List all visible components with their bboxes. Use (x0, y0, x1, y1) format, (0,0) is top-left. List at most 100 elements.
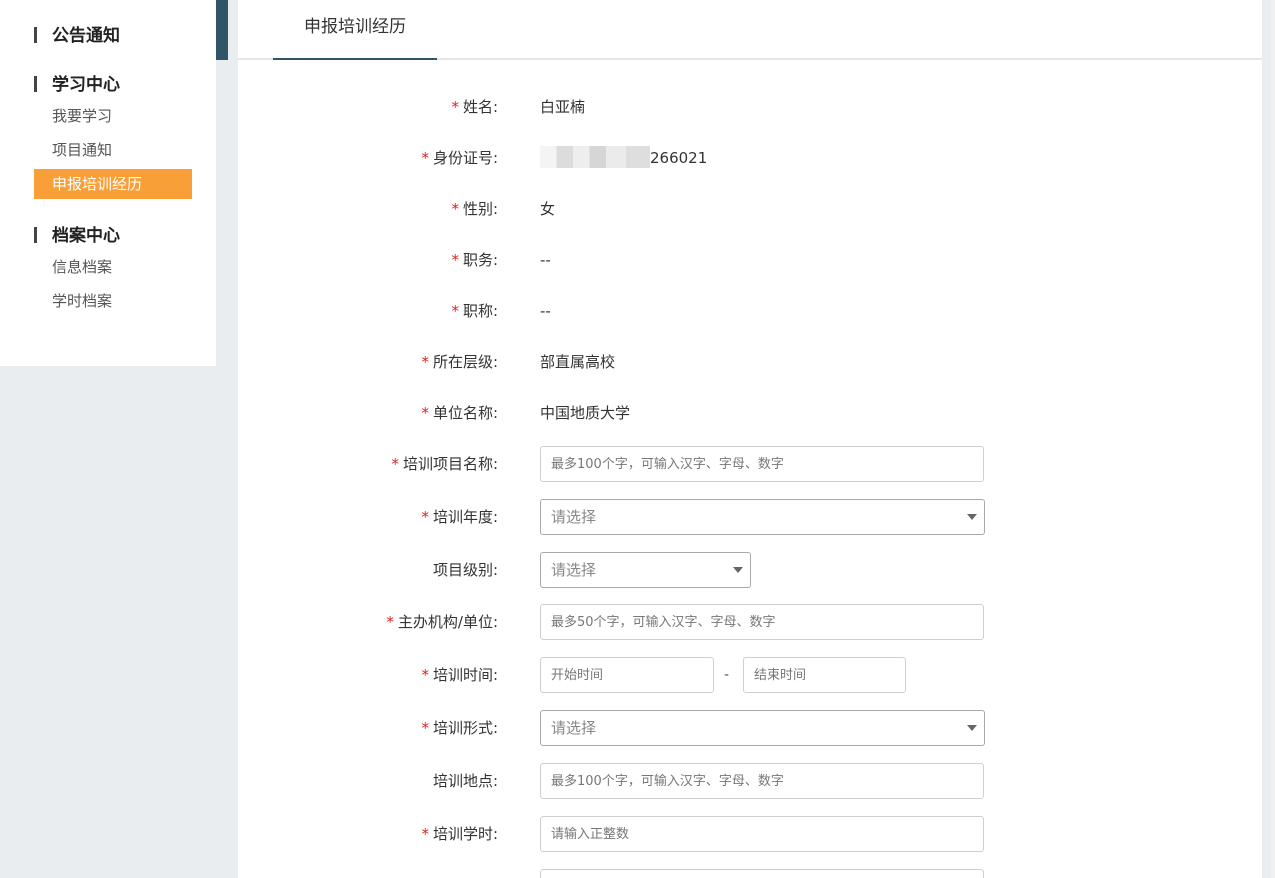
label-text: 培训项目名称: (402, 455, 498, 473)
label-text: 培训形式: (432, 719, 498, 737)
field-next-partial (238, 869, 1262, 878)
required-mark: * (421, 353, 429, 371)
section-title-label: 公告通知 (52, 26, 120, 46)
label-text: 培训年度: (432, 508, 498, 526)
label-text: 职称: (462, 302, 498, 320)
field-gender: * 性别: 女 (238, 191, 1262, 227)
gender-value: 女 (540, 200, 556, 218)
field-label: * 培训学时: (238, 816, 498, 852)
tab-bar: 申报培训经历 (238, 0, 1262, 60)
section-bar-icon (34, 227, 37, 243)
id-number-value: 266021 (540, 140, 707, 176)
title-value: -- (540, 302, 551, 320)
training-hours-input[interactable] (540, 816, 984, 852)
label-text: 身份证号: (432, 149, 498, 167)
select-placeholder: 请选择 (551, 508, 597, 526)
field-position: * 职务: -- (238, 242, 1262, 278)
field-project-level: 项目级别: 请选择 (238, 552, 1262, 588)
sidebar-item-my-learning[interactable]: 我要学习 (34, 101, 192, 131)
sidebar-item-info-archive[interactable]: 信息档案 (34, 252, 192, 282)
level-value: 部直属高校 (540, 353, 616, 371)
label-text: 性别: (462, 200, 498, 218)
required-mark: * (421, 825, 429, 843)
field-label: * 培训形式: (238, 710, 498, 746)
field-title: * 职称: -- (238, 293, 1262, 329)
field-label: * 主办机构/单位: (238, 604, 498, 640)
required-mark: * (421, 404, 429, 422)
required-mark: * (451, 302, 459, 320)
field-training-time: *培训时间: - (238, 657, 1262, 693)
required-mark: * (451, 98, 459, 116)
field-label: * 培训时间: (238, 657, 498, 693)
field-id-number: * 身份证号: 266021 (238, 140, 1262, 176)
sidebar-section-archive: 档案中心 (34, 221, 120, 246)
label-text: 主办机构/单位: (397, 613, 498, 631)
label-text: 职务: (462, 251, 498, 269)
field-label: * 单位名称: (238, 395, 498, 431)
sidebar-item-hours-archive[interactable]: 学时档案 (34, 286, 192, 316)
training-year-select[interactable]: 请选择 (540, 499, 985, 535)
section-bar-icon (34, 27, 37, 43)
field-label: * 培训项目名称: (238, 446, 498, 482)
training-form-select[interactable]: 请选择 (540, 710, 985, 746)
required-mark: * (391, 455, 399, 473)
required-mark: * (451, 200, 459, 218)
field-training-year: * 培训年度: 请选择 (238, 499, 1262, 535)
next-field-input-partial[interactable] (540, 869, 984, 878)
unit-value: 中国地质大学 (540, 404, 631, 422)
field-label: * 职务: (238, 242, 498, 278)
field-label: * 培训年度: (238, 499, 498, 535)
section-title-label: 学习中心 (52, 75, 120, 95)
page-right-edge (1271, 0, 1275, 878)
field-label: * 所在层级: (238, 344, 498, 380)
date-range-separator: - (724, 667, 730, 683)
label-text: 所在层级: (432, 353, 498, 371)
name-value: 白亚楠 (540, 98, 586, 116)
field-project-name: * 培训项目名称: (238, 446, 1262, 482)
field-organizer: * 主办机构/单位: (238, 604, 1262, 640)
sidebar-section-announcements[interactable]: 公告通知 (34, 21, 120, 46)
tab-declare-training[interactable]: 申报培训经历 (273, 0, 437, 60)
required-mark: * (421, 149, 429, 167)
label-text: 姓名: (462, 98, 498, 116)
label-text: 培训时间: (432, 666, 498, 684)
select-placeholder: 请选择 (551, 561, 597, 579)
required-mark: * (421, 666, 429, 684)
main-panel: 申报培训经历 * 姓名: 白亚楠 * 身份证号: 266021 * 性别: 女 * 职务… (238, 0, 1262, 878)
field-level: * 所在层级: 部直属高校 (238, 344, 1262, 380)
position-value: -- (540, 251, 551, 269)
field-label: * 身份证号: (238, 140, 498, 176)
required-mark: * (451, 251, 459, 269)
section-bar-icon (34, 76, 37, 92)
required-mark: * (386, 613, 394, 631)
field-training-hours: * 培训学时: (238, 816, 1262, 852)
required-mark: * (421, 719, 429, 737)
organizer-input[interactable] (540, 604, 984, 640)
label-text: 单位名称: (432, 404, 498, 422)
sidebar: 公告通知 学习中心 我要学习 项目通知 申报培训经历 档案中心 信息档案 学时档… (0, 0, 216, 366)
field-name: * 姓名: 白亚楠 (238, 89, 1262, 125)
caret-down-icon (967, 514, 977, 520)
caret-down-icon (733, 567, 743, 573)
label-text: 培训地点: (432, 772, 498, 790)
field-label: * 姓名: (238, 89, 498, 125)
project-level-select[interactable]: 请选择 (540, 552, 751, 588)
field-label: 项目级别: (238, 552, 498, 588)
sidebar-section-learning: 学习中心 (34, 70, 120, 95)
sidebar-accent-bar (216, 0, 228, 60)
training-location-input[interactable] (540, 763, 984, 799)
required-mark: * (421, 508, 429, 526)
sidebar-item-project-notice[interactable]: 项目通知 (34, 135, 192, 165)
caret-down-icon (967, 725, 977, 731)
field-unit: * 单位名称: 中国地质大学 (238, 395, 1262, 431)
start-time-input[interactable] (540, 657, 714, 693)
field-training-location: 培训地点: (238, 763, 1262, 799)
end-time-input[interactable] (743, 657, 906, 693)
select-placeholder: 请选择 (551, 719, 597, 737)
sidebar-item-declare-training[interactable]: 申报培训经历 (34, 169, 192, 199)
field-label: * 职称: (238, 293, 498, 329)
blurred-redaction (540, 146, 650, 168)
project-name-input[interactable] (540, 446, 984, 482)
label-text: 培训学时: (432, 825, 498, 843)
id-number-suffix: 266021 (650, 149, 708, 167)
